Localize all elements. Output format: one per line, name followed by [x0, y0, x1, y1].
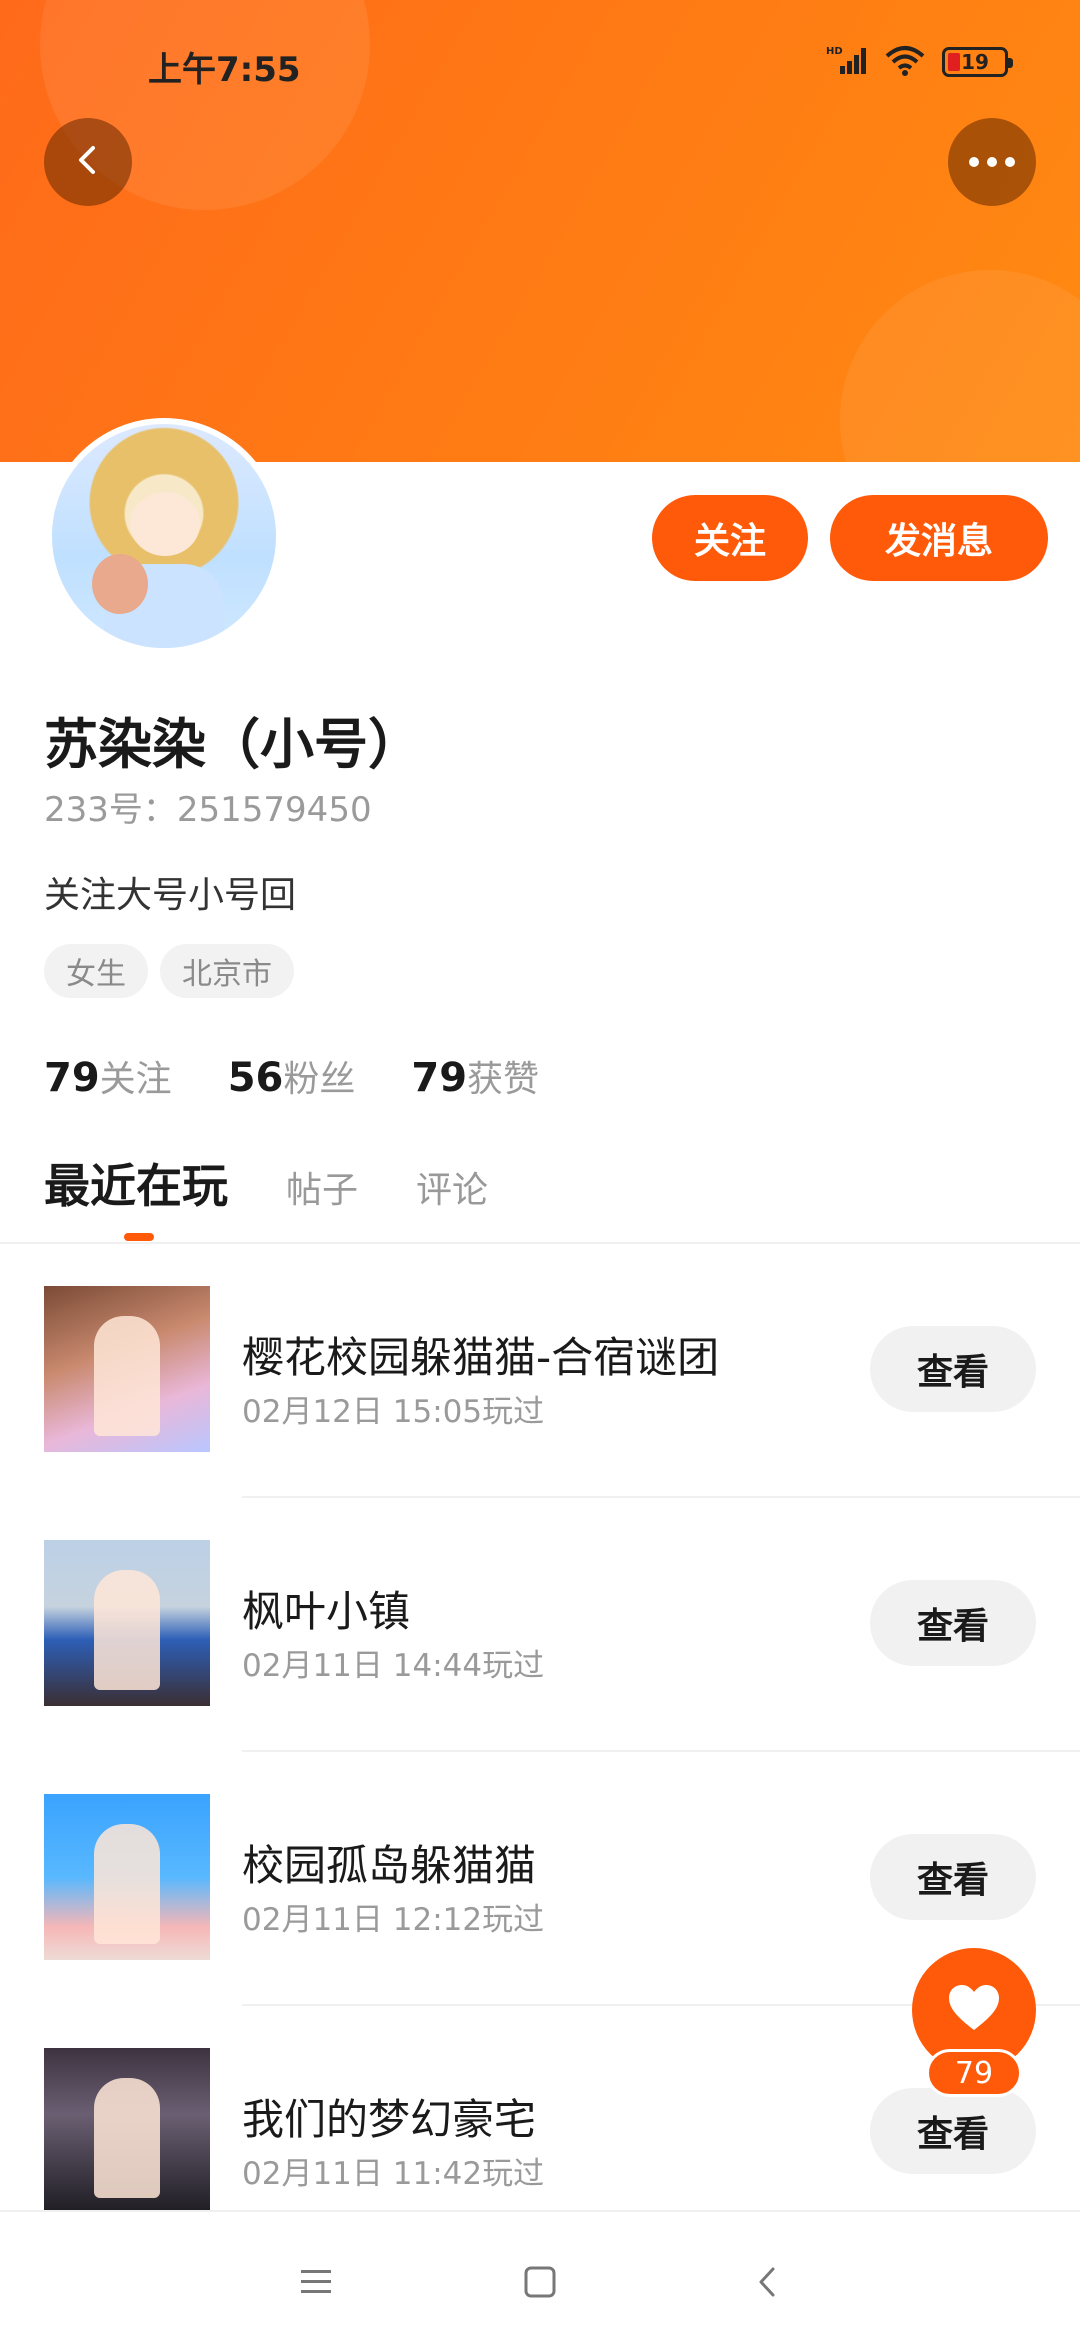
tab-recently-played[interactable]: 最近在玩 [44, 1150, 228, 1216]
svg-text:HD: HD [826, 46, 843, 57]
home-icon[interactable] [510, 2252, 570, 2312]
like-count-badge: 79 [926, 2049, 1022, 2097]
stat-label: 获赞 [467, 1059, 540, 1100]
stat-likes[interactable]: 79获赞 [411, 1050, 539, 1102]
profile-uid[interactable]: 233号：251579450 [44, 782, 372, 831]
avatar[interactable] [46, 418, 282, 654]
view-button[interactable]: 查看 [870, 1834, 1036, 1920]
tag-gender: 女生 [44, 944, 148, 998]
recent-games-list: 樱花校园躲猫猫-合宿谜团 02月12日 15:05玩过 查看 枫叶小镇 02月1… [0, 1244, 1080, 2260]
stat-label: 粉丝 [283, 1059, 356, 1100]
game-thumbnail [44, 1794, 210, 1960]
tag-location: 北京市 [160, 944, 294, 998]
stat-number: 79 [411, 1055, 468, 1101]
profile-tabs: 最近在玩 帖子 评论 [44, 1150, 488, 1216]
list-item[interactable]: 樱花校园躲猫猫-合宿谜团 02月12日 15:05玩过 查看 [0, 1244, 1080, 1498]
status-bar: 上午7:55 HD 19 [0, 0, 1080, 120]
game-title: 校园孤岛躲猫猫 [242, 1841, 537, 1890]
banner-decoration [840, 270, 1080, 462]
more-dots-icon [969, 157, 1015, 167]
game-played-time: 02月11日 14:44玩过 [242, 1648, 545, 1684]
game-thumbnail [44, 1286, 210, 1452]
tab-indicator [124, 1233, 154, 1241]
game-thumbnail [44, 2048, 210, 2214]
menu-icon[interactable] [286, 2252, 346, 2312]
list-item[interactable]: 校园孤岛躲猫猫 02月11日 12:12玩过 查看 [0, 1752, 1080, 2006]
stat-fans[interactable]: 56粉丝 [228, 1050, 356, 1102]
view-button[interactable]: 查看 [870, 2088, 1036, 2174]
tab-posts[interactable]: 帖子 [286, 1161, 358, 1213]
back-button[interactable] [44, 118, 132, 206]
view-button[interactable]: 查看 [870, 1580, 1036, 1666]
signal-icon: HD [826, 44, 868, 80]
send-message-button[interactable]: 发消息 [830, 495, 1048, 581]
profile-name: 苏染染（小号） [44, 713, 422, 776]
avatar-image [52, 424, 276, 648]
status-time: 上午7:55 [148, 50, 301, 90]
game-title: 枫叶小镇 [242, 1587, 411, 1636]
stat-following[interactable]: 79关注 [44, 1050, 172, 1102]
profile-stats: 79关注 56粉丝 79获赞 [44, 1050, 539, 1102]
battery-icon: 19 [942, 47, 1013, 77]
game-played-time: 02月12日 15:05玩过 [242, 1394, 545, 1430]
system-nav-bar [0, 2210, 1080, 2340]
stat-number: 56 [227, 1055, 284, 1101]
game-played-time: 02月11日 11:42玩过 [242, 2156, 545, 2192]
heart-icon [947, 1983, 1001, 2037]
back-nav-icon[interactable] [738, 2252, 798, 2312]
game-played-time: 02月11日 12:12玩过 [242, 1902, 545, 1938]
profile-tags: 女生 北京市 [44, 944, 294, 998]
view-button[interactable]: 查看 [870, 1326, 1036, 1412]
wifi-icon [884, 44, 926, 80]
battery-level: 19 [961, 50, 989, 74]
tab-comments[interactable]: 评论 [416, 1161, 488, 1213]
chevron-left-icon [70, 142, 106, 182]
follow-button[interactable]: 关注 [652, 495, 808, 581]
list-item[interactable]: 枫叶小镇 02月11日 14:44玩过 查看 [0, 1498, 1080, 1752]
profile-bio: 关注大号小号回 [44, 875, 297, 916]
stat-label: 关注 [99, 1059, 172, 1100]
status-icons: HD 19 [826, 44, 1013, 80]
game-title: 我们的梦幻豪宅 [242, 2095, 537, 2144]
more-button[interactable] [948, 118, 1036, 206]
game-title: 樱花校园躲猫猫-合宿谜团 [242, 1333, 720, 1382]
game-thumbnail [44, 1540, 210, 1706]
stat-number: 79 [44, 1055, 100, 1101]
